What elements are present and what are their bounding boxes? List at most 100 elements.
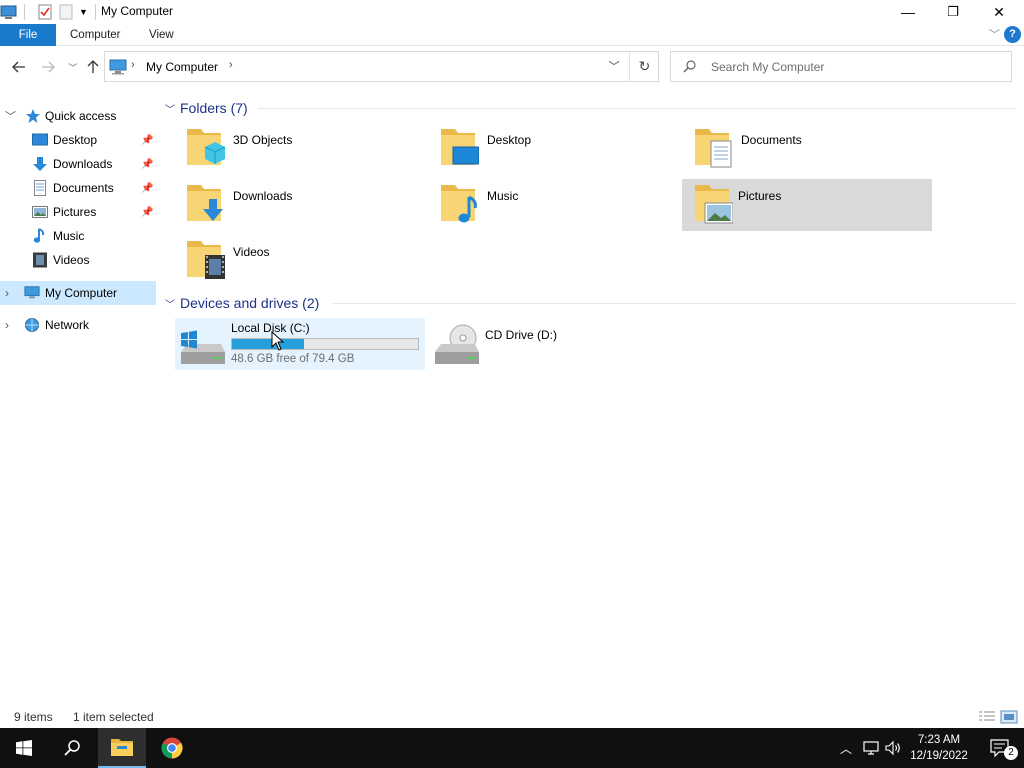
group-divider [258,108,1016,109]
downloads-icon [33,157,47,171]
properties-icon[interactable] [37,4,53,20]
title-bar: ▼ My Computer — ❐ ✕ [0,0,1024,24]
network-status-icon[interactable] [862,740,880,756]
chevron-down-icon[interactable]: ﹀ [165,296,175,311]
search-icon [64,740,80,756]
computer-icon [24,286,40,299]
computer-icon [109,59,127,75]
chevron-right-icon[interactable]: › [131,59,135,71]
folder-pictures[interactable]: Pictures [682,179,932,231]
drive-label: CD Drive (D:) [485,328,557,342]
address-bar[interactable]: › My Computer › ﹀ ↻ [104,51,659,82]
minimize-button[interactable]: — [885,0,931,24]
folder-label: Desktop [487,133,532,147]
documents-icon [34,180,46,196]
pin-icon[interactable]: 📌 [141,159,153,170]
quick-access-toolbar: ▼ [0,3,96,21]
back-button[interactable] [8,55,30,79]
notification-count-badge: 2 [1004,746,1018,760]
clock-time: 7:23 AM [917,734,961,746]
pin-icon[interactable]: 📌 [141,207,153,218]
drive-local-disk-c[interactable]: Local Disk (C:) 48.6 GB free of 79.4 GB [175,318,425,370]
music-folder-icon [441,185,477,223]
start-button[interactable] [0,728,48,768]
close-button[interactable]: ✕ [976,0,1022,24]
qat-customize-icon[interactable]: ▼ [79,7,88,17]
tab-file[interactable]: File [0,24,56,46]
tab-computer[interactable]: Computer [56,24,135,46]
nav-label: Music [53,229,85,243]
folder-downloads[interactable]: Downloads [177,179,427,231]
3d-objects-folder-icon [187,129,225,165]
nav-item-music[interactable]: Music [0,224,156,248]
videos-folder-icon [187,241,225,279]
folder-desktop[interactable]: Desktop [431,123,681,175]
folder-videos[interactable]: Videos [177,235,427,287]
help-button[interactable]: ? [1004,26,1021,43]
nav-quick-access[interactable]: ﹀ Quick access [0,104,156,128]
clock-date: 12/19/2022 [910,750,968,762]
nav-item-documents[interactable]: Documents 📌 [0,176,156,200]
group-header-folders[interactable]: ﹀ Folders (7) [165,98,248,118]
folder-documents[interactable]: Documents [685,123,935,175]
refresh-icon: ↻ [638,58,651,74]
nav-item-videos[interactable]: Videos [0,248,156,272]
folder-label: Downloads [233,189,293,203]
search-taskbar-button[interactable] [48,728,96,768]
tray-overflow-icon[interactable]: ︿ [840,740,852,757]
chevron-right-icon[interactable]: › [5,318,9,332]
refresh-button[interactable]: ↻ [629,52,659,81]
nav-label: Downloads [53,157,113,171]
chevron-right-icon[interactable]: › [229,59,233,71]
folder-3d-objects[interactable]: 3D Objects [177,123,427,175]
file-explorer-window: ▼ My Computer — ❐ ✕ File Computer View ﹀… [0,0,1024,728]
pin-icon[interactable]: 📌 [141,135,153,146]
chevron-right-icon[interactable]: › [5,286,9,300]
chevron-down-icon[interactable]: ﹀ [165,101,175,116]
file-explorer-icon [111,739,133,756]
up-button[interactable] [82,55,104,79]
nav-label: Network [45,318,90,332]
drive-free-space: 48.6 GB free of 79.4 GB [231,353,355,365]
computer-icon[interactable] [0,4,18,20]
folder-label: Music [487,189,519,203]
folder-music[interactable]: Music [431,179,681,231]
chevron-down-icon[interactable]: ﹀ [5,108,16,124]
large-icons-view-icon[interactable] [1000,709,1018,725]
qat-divider [94,4,96,20]
address-path[interactable]: My Computer [146,60,218,74]
details-view-icon[interactable] [978,709,996,725]
recent-locations-button[interactable]: ﹀ [62,55,84,79]
folder-label: Videos [233,245,270,259]
restore-button[interactable]: ❐ [930,0,976,24]
new-folder-icon[interactable] [59,4,73,20]
chrome-icon [161,737,183,759]
group-header-label: Devices and drives (2) [180,295,320,311]
drive-cd-d[interactable]: CD Drive (D:) [429,318,679,370]
group-header-label: Folders (7) [180,100,248,116]
address-history-dropdown[interactable]: ﹀ [605,58,623,76]
nav-item-downloads[interactable]: Downloads 📌 [0,152,156,176]
group-header-devices[interactable]: ﹀ Devices and drives (2) [165,293,319,313]
nav-item-pictures[interactable]: Pictures 📌 [0,200,156,224]
nav-label: Documents [53,181,114,195]
network-icon [25,318,39,332]
taskbar-clock[interactable]: 7:23 AM 12/19/2022 [903,732,975,764]
pin-icon[interactable]: 📌 [141,183,153,194]
taskbar-file-explorer[interactable] [98,728,146,768]
windows-logo-icon [16,740,32,756]
nav-network[interactable]: › Network [0,313,156,337]
taskbar-chrome[interactable] [148,728,196,768]
action-center-button[interactable]: 2 [976,728,1024,768]
forward-button[interactable] [37,55,59,79]
chevron-down-icon: ﹀ [68,62,78,73]
search-box[interactable]: Search My Computer [670,51,1012,82]
volume-icon[interactable] [885,740,901,756]
mouse-cursor-icon [271,331,285,351]
group-divider [333,303,1016,304]
nav-item-desktop[interactable]: Desktop 📌 [0,128,156,152]
navigation-pane: ﹀ Quick access Desktop 📌 Downloads 📌 Doc… [0,96,156,706]
tab-view[interactable]: View [135,24,188,46]
expand-ribbon-icon[interactable]: ﹀ [989,26,1000,42]
nav-my-computer[interactable]: › My Computer [0,281,156,305]
